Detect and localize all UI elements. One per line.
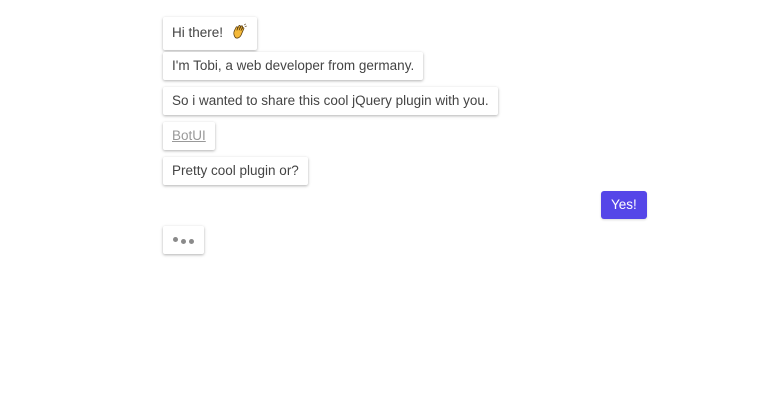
bot-message-link: BotUI xyxy=(163,122,215,150)
bot-message-question: Pretty cool plugin or? xyxy=(163,157,308,185)
human-message-reply: Yes! xyxy=(601,191,647,219)
message-text: Hi there! xyxy=(172,25,224,40)
typing-dot xyxy=(173,236,178,242)
message-text: I'm Tobi, a web developer from germany. xyxy=(172,58,415,73)
typing-dot xyxy=(189,238,194,244)
waving-hand-icon xyxy=(231,23,248,44)
bot-message-intro: I'm Tobi, a web developer from germany. xyxy=(163,52,424,80)
bot-message-share: So i wanted to share this cool jQuery pl… xyxy=(163,87,498,115)
typing-dot xyxy=(181,238,186,244)
chat-container: Hi there! I'm Tobi, a web developer from… xyxy=(0,0,768,403)
message-text: Yes! xyxy=(611,197,637,212)
bot-message-greeting: Hi there! xyxy=(163,17,257,50)
botui-link[interactable]: BotUI xyxy=(172,128,206,143)
message-text: So i wanted to share this cool jQuery pl… xyxy=(172,93,489,108)
typing-indicator xyxy=(163,226,204,254)
message-text: Pretty cool plugin or? xyxy=(172,163,299,178)
